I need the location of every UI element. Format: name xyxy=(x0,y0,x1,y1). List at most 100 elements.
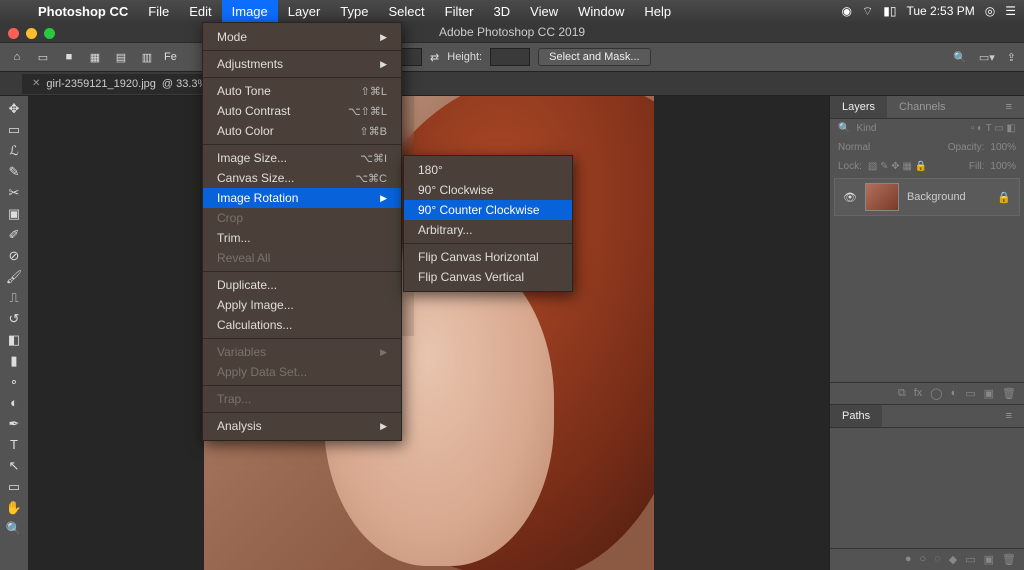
sel-mode-new-icon[interactable]: ■ xyxy=(60,48,78,66)
link-layers-icon[interactable]: ⧉ xyxy=(898,387,906,400)
new-path-icon[interactable]: ▣ xyxy=(984,553,994,566)
menu-rotate-90-cw[interactable]: 90° Clockwise xyxy=(404,180,572,200)
quick-select-tool-icon[interactable]: ✎ xyxy=(2,161,26,182)
type-tool-icon[interactable]: T xyxy=(2,434,26,455)
opacity-value[interactable]: 100% xyxy=(990,142,1016,153)
height-field[interactable] xyxy=(490,48,530,66)
blur-tool-icon[interactable]: ∘ xyxy=(2,371,26,392)
tab-layers[interactable]: Layers xyxy=(830,96,887,118)
menu-3d[interactable]: 3D xyxy=(484,0,521,22)
menu-filter[interactable]: Filter xyxy=(435,0,484,22)
menu-auto-color[interactable]: Auto Color⇧⌘B xyxy=(203,121,401,141)
battery-icon[interactable]: ▮▯ xyxy=(883,4,896,18)
menu-trim[interactable]: Trim... xyxy=(203,228,401,248)
menubar-clock[interactable]: Tue 2:53 PM xyxy=(906,4,974,18)
shape-tool-icon[interactable]: ▭ xyxy=(2,476,26,497)
visibility-toggle-icon[interactable]: 👁 xyxy=(843,191,857,204)
brush-tool-icon[interactable]: 🖌 xyxy=(2,266,26,287)
blend-mode[interactable]: Normal xyxy=(838,142,870,153)
layer-thumbnail[interactable] xyxy=(865,183,899,211)
swap-wh-icon[interactable]: ⇄ xyxy=(430,51,439,64)
fill-path-icon[interactable]: ● xyxy=(905,553,912,566)
menu-auto-contrast[interactable]: Auto Contrast⌥⇧⌘L xyxy=(203,101,401,121)
gradient-tool-icon[interactable]: ▮ xyxy=(2,350,26,371)
menu-mode[interactable]: Mode▶ xyxy=(203,27,401,47)
menu-type[interactable]: Type xyxy=(330,0,378,22)
menu-adjustments[interactable]: Adjustments▶ xyxy=(203,54,401,74)
menu-flip-vertical[interactable]: Flip Canvas Vertical xyxy=(404,267,572,287)
cloud-icon[interactable]: ◉ xyxy=(842,4,852,18)
select-and-mask-button[interactable]: Select and Mask... xyxy=(538,48,651,66)
crop-tool-icon[interactable]: ✂ xyxy=(2,182,26,203)
stamp-tool-icon[interactable]: ⎍ xyxy=(2,287,26,308)
menu-help[interactable]: Help xyxy=(634,0,681,22)
siri-icon[interactable]: ◎ xyxy=(985,4,995,18)
menu-flip-horizontal[interactable]: Flip Canvas Horizontal xyxy=(404,247,572,267)
menu-image-size[interactable]: Image Size...⌥⌘I xyxy=(203,148,401,168)
menu-canvas-size[interactable]: Canvas Size...⌥⌘C xyxy=(203,168,401,188)
menu-analysis[interactable]: Analysis▶ xyxy=(203,416,401,436)
menu-select[interactable]: Select xyxy=(378,0,434,22)
wifi-icon[interactable]: ⌔ xyxy=(862,4,873,19)
mask-path-icon[interactable]: ▭ xyxy=(965,553,975,566)
trash-icon[interactable]: 🗑 xyxy=(1002,387,1016,400)
path-to-sel-icon[interactable]: ◌ xyxy=(934,553,941,566)
home-icon[interactable]: ⌂ xyxy=(8,48,26,66)
pen-tool-icon[interactable]: ✒ xyxy=(2,413,26,434)
new-layer-icon[interactable]: ▣ xyxy=(984,387,994,400)
app-name[interactable]: Photoshop CC xyxy=(28,4,138,19)
zoom-window-button[interactable] xyxy=(44,28,55,39)
menu-rotate-90-ccw[interactable]: 90° Counter Clockwise xyxy=(404,200,572,220)
sel-mode-int-icon[interactable]: ▥ xyxy=(138,48,156,66)
share-icon[interactable]: ⇪ xyxy=(1007,51,1016,64)
close-window-button[interactable] xyxy=(8,28,19,39)
list-icon[interactable]: ☰ xyxy=(1005,4,1016,18)
document-tab[interactable]: ✕ girl-2359121_1920.jpg @ 33.3% xyxy=(22,74,217,94)
sel-to-path-icon[interactable]: ◆ xyxy=(949,553,957,566)
history-brush-tool-icon[interactable]: ↺ xyxy=(2,308,26,329)
eyedropper-tool-icon[interactable]: ✐ xyxy=(2,224,26,245)
menu-image-rotation[interactable]: Image Rotation▶ xyxy=(203,188,401,208)
tab-paths[interactable]: Paths xyxy=(830,405,882,427)
lock-icon[interactable]: 🔒 xyxy=(997,191,1011,204)
close-tab-icon[interactable]: ✕ xyxy=(32,78,40,89)
menu-image[interactable]: Image xyxy=(222,0,278,22)
stroke-path-icon[interactable]: ○ xyxy=(920,553,927,566)
marquee-tool-icon[interactable]: ▭ xyxy=(2,119,26,140)
dodge-tool-icon[interactable]: ◐ xyxy=(2,392,26,413)
menu-duplicate[interactable]: Duplicate... xyxy=(203,275,401,295)
move-tool-icon[interactable]: ✥ xyxy=(2,98,26,119)
zoom-tool-icon[interactable]: 🔍 xyxy=(2,518,26,539)
frame-tool-icon[interactable]: ▣ xyxy=(2,203,26,224)
menu-file[interactable]: File xyxy=(138,0,179,22)
minimize-window-button[interactable] xyxy=(26,28,37,39)
fill-value[interactable]: 100% xyxy=(990,161,1016,172)
sel-mode-add-icon[interactable]: ▦ xyxy=(86,48,104,66)
menu-rotate-180[interactable]: 180° xyxy=(404,160,572,180)
layer-row-background[interactable]: 👁 Background 🔒 xyxy=(834,178,1020,216)
menu-edit[interactable]: Edit xyxy=(179,0,221,22)
adjustment-icon[interactable]: ◐ xyxy=(951,387,958,400)
layer-kind-filter[interactable]: Kind xyxy=(856,123,876,134)
menu-rotate-arbitrary[interactable]: Arbitrary... xyxy=(404,220,572,240)
menu-view[interactable]: View xyxy=(520,0,568,22)
hand-tool-icon[interactable]: ✋ xyxy=(2,497,26,518)
eraser-tool-icon[interactable]: ◧ xyxy=(2,329,26,350)
tab-channels[interactable]: Channels xyxy=(887,96,957,118)
menu-apply-image[interactable]: Apply Image... xyxy=(203,295,401,315)
paths-menu-icon[interactable]: ≡ xyxy=(994,405,1024,427)
marquee-tool-icon[interactable]: ▭ xyxy=(34,48,52,66)
lasso-tool-icon[interactable]: ℒ xyxy=(2,140,26,161)
panel-menu-icon[interactable]: ≡ xyxy=(994,96,1024,118)
menu-layer[interactable]: Layer xyxy=(278,0,331,22)
search-icon[interactable]: 🔍 xyxy=(953,51,967,64)
mask-icon[interactable]: ◯ xyxy=(930,387,942,400)
menu-calculations[interactable]: Calculations... xyxy=(203,315,401,335)
sel-mode-sub-icon[interactable]: ▤ xyxy=(112,48,130,66)
path-tool-icon[interactable]: ↖ xyxy=(2,455,26,476)
trash-path-icon[interactable]: 🗑 xyxy=(1002,553,1016,566)
group-icon[interactable]: ▭ xyxy=(965,387,975,400)
menu-auto-tone[interactable]: Auto Tone⇧⌘L xyxy=(203,81,401,101)
healing-tool-icon[interactable]: ⊘ xyxy=(2,245,26,266)
menu-window[interactable]: Window xyxy=(568,0,634,22)
